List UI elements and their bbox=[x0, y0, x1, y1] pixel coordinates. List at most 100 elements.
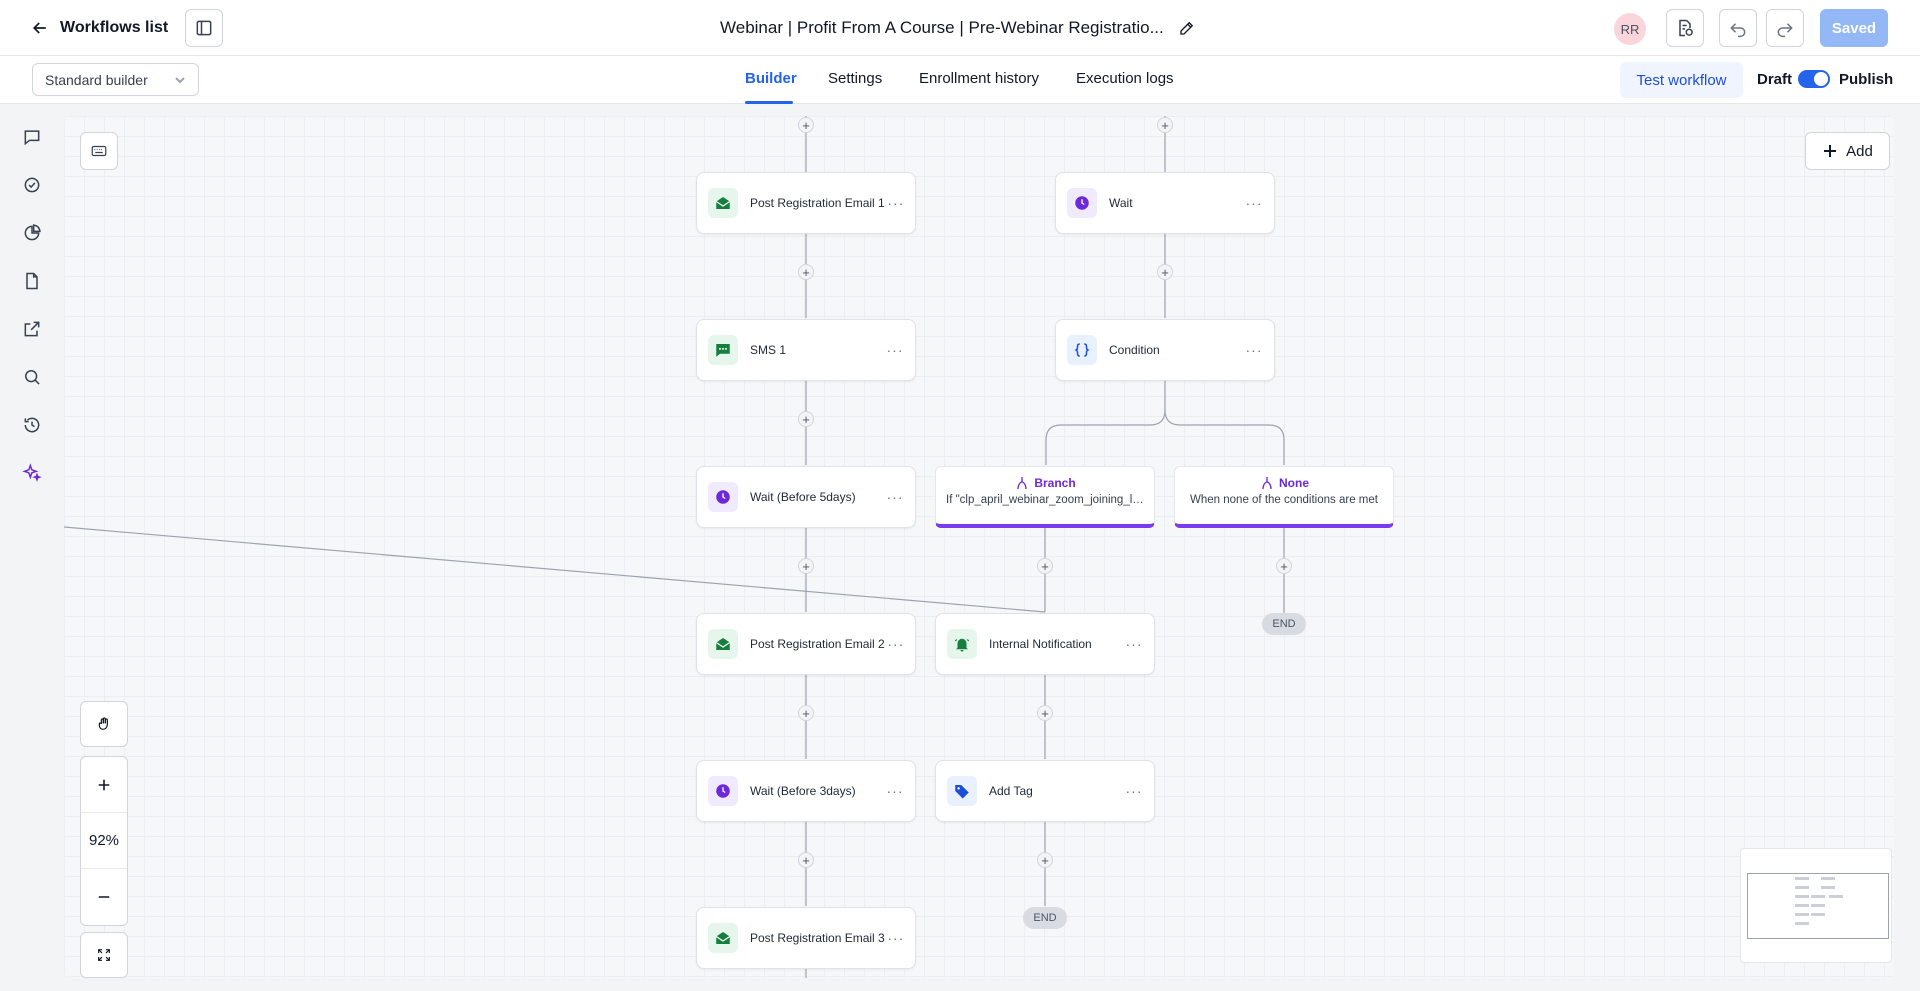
chat-icon[interactable] bbox=[20, 125, 44, 149]
pan-hand-button[interactable] bbox=[80, 701, 128, 747]
add-step-plus[interactable]: + bbox=[798, 852, 814, 868]
step-label: Wait (Before 3days) bbox=[750, 784, 856, 798]
edit-pencil-icon[interactable] bbox=[1178, 19, 1196, 37]
step-email-2[interactable]: Post Registration Email 2 ··· bbox=[696, 613, 916, 675]
keyboard-shortcuts-button[interactable] bbox=[80, 132, 118, 170]
chevron-down-icon bbox=[175, 76, 185, 83]
add-step-plus[interactable]: + bbox=[798, 558, 814, 574]
step-wait-3days[interactable]: Wait (Before 3days) ··· bbox=[696, 760, 916, 822]
file-icon[interactable] bbox=[20, 269, 44, 293]
add-step-plus[interactable]: + bbox=[1037, 852, 1053, 868]
expand-icon bbox=[98, 949, 110, 961]
undo-icon bbox=[1730, 23, 1746, 38]
minimap-node bbox=[1795, 922, 1809, 925]
tab-builder[interactable]: Builder bbox=[745, 70, 797, 87]
zoom-out-button[interactable] bbox=[81, 869, 127, 925]
test-workflow-button[interactable]: Test workflow bbox=[1620, 62, 1743, 98]
fit-view-button[interactable] bbox=[80, 932, 128, 978]
tag-icon bbox=[947, 776, 977, 806]
bell-icon bbox=[947, 629, 977, 659]
more-options-icon[interactable]: ··· bbox=[1122, 632, 1146, 656]
more-options-icon[interactable]: ··· bbox=[1122, 779, 1146, 803]
add-step-plus[interactable]: + bbox=[1157, 264, 1173, 280]
back-to-workflows-link[interactable]: Workflows list bbox=[30, 14, 168, 42]
workflow-notes-button[interactable] bbox=[1666, 9, 1704, 47]
workflow-canvas[interactable]: + + + + + + + + + + + + Post Registratio… bbox=[64, 116, 1894, 978]
branch-icon bbox=[1017, 477, 1027, 490]
tab-settings[interactable]: Settings bbox=[828, 70, 882, 87]
connector-lines bbox=[64, 116, 1285, 978]
add-step-plus[interactable]: + bbox=[798, 117, 814, 133]
step-label: Condition bbox=[1109, 343, 1160, 357]
clock-icon bbox=[708, 482, 738, 512]
more-options-icon[interactable]: ··· bbox=[883, 485, 907, 509]
add-step-plus[interactable]: + bbox=[798, 411, 814, 427]
minimap-node bbox=[1795, 877, 1809, 880]
zoom-controls: 92% bbox=[80, 756, 128, 926]
hand-icon bbox=[98, 717, 108, 730]
plus-icon bbox=[98, 779, 110, 790]
search-icon[interactable] bbox=[20, 365, 44, 389]
branch-description: When none of the conditions are met bbox=[1190, 494, 1378, 506]
more-options-icon[interactable]: ··· bbox=[885, 191, 907, 215]
check-circle-icon[interactable] bbox=[20, 173, 44, 197]
more-options-icon[interactable]: ··· bbox=[883, 338, 907, 362]
more-options-icon[interactable]: ··· bbox=[1242, 191, 1266, 215]
add-step-plus[interactable]: + bbox=[1037, 558, 1053, 574]
step-label: Internal Notification bbox=[989, 637, 1092, 651]
pie-chart-icon[interactable] bbox=[20, 221, 44, 245]
redo-button[interactable] bbox=[1766, 9, 1804, 47]
step-email-1[interactable]: Post Registration Email 1 ··· bbox=[696, 172, 916, 234]
draft-publish-toggle[interactable] bbox=[1798, 70, 1830, 88]
clock-icon bbox=[1067, 188, 1097, 218]
external-link-icon[interactable] bbox=[20, 317, 44, 341]
branch-icon bbox=[1262, 477, 1272, 490]
more-options-icon[interactable]: ··· bbox=[1242, 338, 1266, 362]
step-add-tag[interactable]: Add Tag ··· bbox=[935, 760, 1155, 822]
add-step-plus[interactable]: + bbox=[798, 264, 814, 280]
end-marker: END bbox=[1023, 907, 1067, 929]
undo-button[interactable] bbox=[1719, 9, 1757, 47]
step-wait-5days[interactable]: Wait (Before 5days) ··· bbox=[696, 466, 916, 528]
keyboard-icon bbox=[91, 145, 107, 157]
email-icon bbox=[708, 629, 738, 659]
step-sms-1[interactable]: SMS 1 ··· bbox=[696, 319, 916, 381]
canvas-minimap[interactable] bbox=[1740, 848, 1892, 963]
branch-none[interactable]: None When none of the conditions are met bbox=[1174, 466, 1394, 528]
add-step-plus[interactable]: + bbox=[798, 705, 814, 721]
add-step-plus[interactable]: + bbox=[1157, 117, 1173, 133]
end-marker: END bbox=[1262, 613, 1306, 635]
builder-mode-select[interactable]: Standard builder bbox=[32, 63, 199, 96]
more-options-icon[interactable]: ··· bbox=[883, 779, 907, 803]
sub-bar: Standard builder Builder Settings Enroll… bbox=[0, 56, 1920, 104]
branch-title: Branch bbox=[1034, 476, 1076, 490]
email-icon bbox=[708, 188, 738, 218]
add-button[interactable]: Add bbox=[1805, 132, 1890, 170]
history-icon[interactable] bbox=[20, 413, 44, 437]
minimap-node bbox=[1811, 904, 1825, 907]
more-options-icon[interactable]: ··· bbox=[885, 926, 907, 950]
clock-icon bbox=[708, 776, 738, 806]
user-avatar[interactable]: RR bbox=[1614, 13, 1646, 45]
saved-button[interactable]: Saved bbox=[1820, 9, 1888, 47]
step-email-3[interactable]: Post Registration Email 3 ··· bbox=[696, 907, 916, 969]
add-step-plus[interactable]: + bbox=[1037, 705, 1053, 721]
toggle-sidebar-button[interactable] bbox=[185, 9, 223, 47]
add-step-plus[interactable]: + bbox=[1276, 558, 1292, 574]
step-internal-notification[interactable]: Internal Notification ··· bbox=[935, 613, 1155, 675]
step-wait[interactable]: Wait ··· bbox=[1055, 172, 1275, 234]
sidebar-panel-icon bbox=[196, 20, 212, 36]
step-condition[interactable]: Condition ··· bbox=[1055, 319, 1275, 381]
tab-enrollment-history[interactable]: Enrollment history bbox=[919, 70, 1039, 87]
zoom-in-button[interactable] bbox=[81, 757, 127, 813]
step-label: Post Registration Email 2 bbox=[750, 637, 885, 651]
document-check-icon bbox=[1679, 19, 1693, 37]
minimap-node bbox=[1811, 913, 1825, 916]
minimap-node bbox=[1795, 886, 1809, 889]
more-options-icon[interactable]: ··· bbox=[885, 632, 907, 656]
branch-condition[interactable]: Branch If "clp_april_webinar_zoom_joinin… bbox=[935, 466, 1155, 528]
tab-execution-logs[interactable]: Execution logs bbox=[1076, 70, 1174, 87]
sparkles-icon[interactable] bbox=[20, 461, 44, 485]
publish-label: Publish bbox=[1839, 71, 1894, 88]
braces-icon bbox=[1067, 335, 1097, 365]
